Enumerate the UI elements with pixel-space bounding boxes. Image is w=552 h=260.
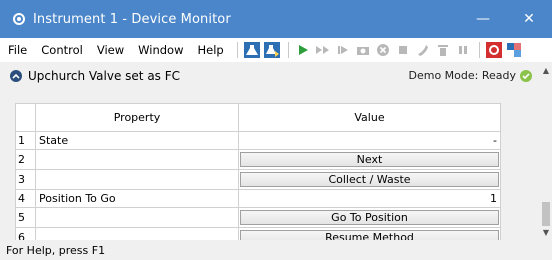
scroll-up-icon[interactable]: ▲	[540, 64, 552, 76]
close-button[interactable]: ✕	[506, 0, 552, 38]
status-bar: For Help, press F1	[0, 240, 552, 260]
row-number: 4	[15, 189, 36, 208]
valve-icon	[434, 41, 452, 59]
scroll-down-icon[interactable]: ▼	[540, 226, 552, 238]
pump-icon	[414, 41, 432, 59]
flask-icon[interactable]	[243, 41, 261, 59]
value-cell: Next	[238, 149, 501, 170]
table-row: 3 Collect / Waste	[15, 169, 501, 190]
toolbar-separator	[287, 42, 289, 58]
property-cell	[35, 149, 239, 170]
camera-icon	[354, 41, 372, 59]
menu-file[interactable]: File	[0, 43, 34, 57]
skip-icon	[314, 41, 332, 59]
minimize-button[interactable]: —	[460, 0, 506, 38]
record-icon[interactable]	[485, 41, 503, 59]
position-input[interactable]: 1	[238, 189, 501, 208]
go-to-position-button[interactable]: Go To Position	[240, 210, 499, 225]
column-header-value[interactable]: Value	[238, 103, 501, 132]
property-cell	[35, 169, 239, 190]
menu-view[interactable]: View	[90, 43, 131, 57]
value-cell[interactable]: -	[238, 131, 501, 150]
vertical-scrollbar[interactable]: ▲ ▼	[540, 62, 552, 240]
grid-corner	[15, 103, 36, 132]
status-text: For Help, press F1	[6, 243, 106, 257]
menu-control[interactable]: Control	[34, 43, 90, 57]
menu-help[interactable]: Help	[190, 43, 230, 57]
toolbar-separator	[478, 42, 480, 58]
row-number: 2	[15, 149, 36, 170]
table-row: 2 Next	[15, 149, 501, 170]
toolbar-separator	[236, 42, 238, 58]
menu-bar: File Control View Window Help	[0, 38, 552, 63]
table-row: 1 State -	[15, 131, 501, 150]
row-number: 5	[15, 207, 36, 228]
step-icon	[334, 41, 352, 59]
network-icon[interactable]	[505, 41, 523, 59]
table-row: 4 Position To Go 1	[15, 189, 501, 208]
property-cell	[35, 207, 239, 228]
property-cell: State	[35, 131, 239, 150]
row-number: 1	[15, 131, 36, 150]
value-cell: Go To Position	[238, 207, 501, 228]
stop-circle-icon	[374, 41, 392, 59]
collect-waste-button[interactable]: Collect / Waste	[240, 172, 499, 187]
property-grid: Property Value 1 State - 2 Next 3 Collec…	[15, 103, 501, 248]
row-number: 3	[15, 169, 36, 190]
app-icon	[13, 13, 25, 25]
property-cell: Position To Go	[35, 189, 239, 208]
menu-window[interactable]: Window	[131, 43, 190, 57]
scrollbar-thumb[interactable]	[542, 202, 550, 226]
panel-title: Upchurch Valve set as FC	[28, 69, 181, 83]
window-title: Instrument 1 - Device Monitor	[33, 11, 231, 27]
grid-header-row: Property Value	[15, 103, 501, 132]
panel-header: Upchurch Valve set as FC Demo Mode: Read…	[0, 62, 540, 90]
next-button[interactable]: Next	[240, 152, 499, 167]
column-header-property[interactable]: Property	[35, 103, 239, 132]
status-ok-icon	[520, 70, 532, 82]
table-row: 5 Go To Position	[15, 207, 501, 228]
demo-mode-status: Demo Mode: Ready	[408, 69, 516, 82]
flask-run-icon[interactable]	[263, 41, 281, 59]
stop-icon	[394, 41, 412, 59]
pause-icon	[454, 41, 472, 59]
content-area: Property Value 1 State - 2 Next 3 Collec…	[0, 90, 540, 248]
title-bar: Instrument 1 - Device Monitor — ✕	[0, 0, 552, 38]
play-icon[interactable]	[294, 41, 312, 59]
collapse-icon[interactable]	[10, 70, 22, 82]
value-cell: Collect / Waste	[238, 169, 501, 190]
